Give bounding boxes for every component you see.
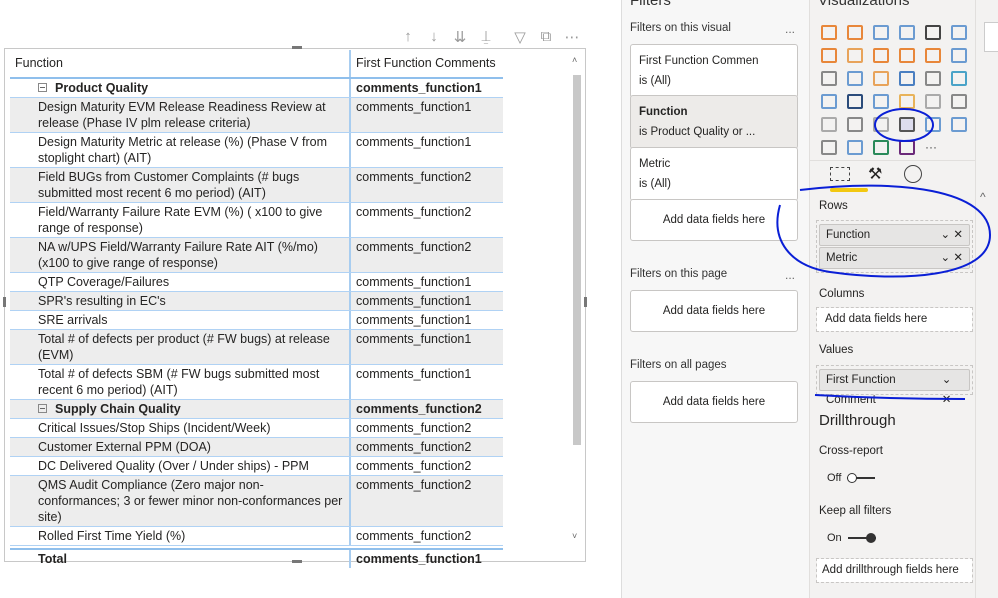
- annotation-circle: [874, 108, 934, 142]
- annotation-circle: [776, 184, 992, 278]
- annotation-overlay: [776, 108, 992, 400]
- annotation-underline: [814, 394, 966, 400]
